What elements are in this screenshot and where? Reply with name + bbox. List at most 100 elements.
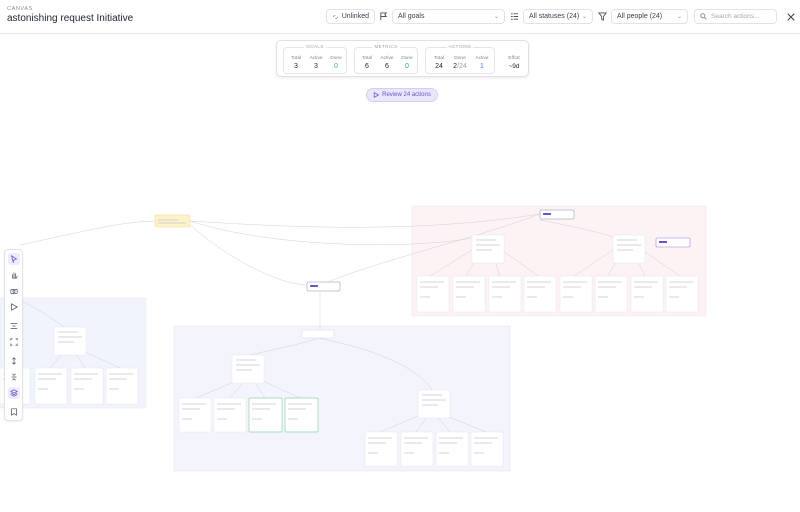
action-card <box>488 275 522 313</box>
search-input[interactable]: Search actions... <box>694 9 777 24</box>
unlinked-label: Unlinked <box>341 13 369 20</box>
action-card <box>559 275 593 313</box>
action-card <box>213 397 247 433</box>
goals-select[interactable]: All goals ⌄ <box>392 9 505 24</box>
goals-total-value: 3 <box>294 63 298 70</box>
goals-active-label: Active <box>309 56 323 61</box>
graph-canvas <box>0 205 707 472</box>
action-card <box>105 367 139 405</box>
expand-tool[interactable] <box>8 355 20 367</box>
flag-icon <box>380 12 388 21</box>
people-select-value: All people (24) <box>617 13 663 20</box>
review-actions-button[interactable]: Review 24 actions <box>366 88 438 102</box>
search-icon <box>700 13 707 20</box>
metrics-active-value: 6 <box>385 63 389 70</box>
metrics-total-value: 6 <box>365 63 369 70</box>
layers-icon <box>10 389 18 397</box>
root-node <box>154 214 191 228</box>
effort-stat: Effort ~9d <box>504 56 524 70</box>
goals-total-label: Total <box>290 56 302 61</box>
actions-active-value: 1 <box>480 63 484 70</box>
select-tool[interactable] <box>8 253 20 265</box>
play-icon <box>11 303 18 311</box>
metric-card <box>53 326 87 356</box>
pan-tool[interactable] <box>8 269 20 281</box>
unlinked-toggle[interactable]: Unlinked <box>326 9 375 24</box>
action-card <box>416 275 450 313</box>
action-card <box>594 275 628 313</box>
goals-stats-title: GOALS <box>304 44 326 49</box>
cursor-icon <box>10 255 18 263</box>
search-placeholder: Search actions... <box>711 13 760 20</box>
actions-done-of: /24 <box>457 63 467 70</box>
camera-icon <box>10 289 18 294</box>
fit-view-tool[interactable] <box>8 336 20 348</box>
chevron-down-icon: ⌄ <box>676 14 682 20</box>
people-filter-button[interactable] <box>595 9 610 24</box>
statuses-select-value: All statuses (24) <box>529 13 580 20</box>
list-filter-icon <box>510 13 519 20</box>
play-tool[interactable] <box>8 301 20 313</box>
metrics-total-label: Total <box>361 56 373 61</box>
frame-icon <box>10 338 18 346</box>
action-card <box>452 275 486 313</box>
actions-active-label: Active <box>475 56 489 61</box>
top-bar: CANVAS astonishing request Initiative Un… <box>0 0 800 34</box>
stats-panel: GOALS Total 3 Active 3 Done 0 METRICS Total… <box>276 40 529 77</box>
unlink-icon <box>333 14 338 19</box>
metric-card <box>612 234 646 264</box>
action-card <box>435 431 469 467</box>
filter-icon <box>598 12 607 21</box>
metrics-active-label: Active <box>380 56 394 61</box>
chevron-down-icon: ⌄ <box>493 14 499 20</box>
action-card-done <box>284 397 319 433</box>
goals-done-label: Done <box>330 56 342 61</box>
goals-active-value: 3 <box>314 63 318 70</box>
action-card <box>34 367 68 405</box>
canvas-area[interactable] <box>0 35 800 512</box>
action-card <box>523 275 557 313</box>
flag-button[interactable] <box>376 9 391 24</box>
metric-card <box>231 354 265 384</box>
metrics-done-value: 0 <box>405 63 409 70</box>
action-card <box>178 397 212 433</box>
bookmark-tool[interactable] <box>8 406 20 418</box>
play-icon <box>373 92 380 98</box>
goals-stats: GOALS Total 3 Active 3 Done 0 <box>283 44 347 74</box>
action-card <box>70 367 104 405</box>
goals-select-value: All goals <box>398 13 425 20</box>
metrics-stats: METRICS Total 6 Active 6 Done 0 <box>354 44 418 74</box>
metric-card <box>471 234 505 264</box>
layers-tool[interactable] <box>8 387 20 399</box>
canvas-toolbar <box>4 249 23 421</box>
screenshot-tool[interactable] <box>8 285 20 297</box>
canvas-eyebrow: CANVAS <box>7 6 33 12</box>
action-card <box>400 431 434 467</box>
people-select[interactable]: All people (24) ⌄ <box>611 9 688 24</box>
action-card <box>665 275 699 313</box>
actions-stats-title: ACTIONS <box>446 44 474 49</box>
metric-card <box>417 389 451 419</box>
action-card <box>470 431 504 467</box>
effort-label: Effort <box>508 56 520 61</box>
align-tool[interactable] <box>8 320 20 332</box>
goals-done-value: 0 <box>334 63 338 70</box>
effort-value: ~9d <box>508 63 520 70</box>
collapse-icon <box>11 373 17 381</box>
close-icon <box>786 12 795 21</box>
actions-total-label: Total <box>433 56 445 61</box>
close-button[interactable] <box>783 9 798 24</box>
actions-stats: ACTIONS Total 24 Done 2/24 Active 1 <box>425 44 495 74</box>
action-card <box>364 431 398 467</box>
hand-icon <box>12 272 18 279</box>
page-title: astonishing request Initiative <box>7 13 134 24</box>
bookmark-icon <box>11 408 17 416</box>
action-card <box>630 275 664 313</box>
status-filter-button[interactable] <box>507 9 522 24</box>
expand-icon <box>12 357 16 365</box>
statuses-select[interactable]: All statuses (24) ⌄ <box>523 9 593 24</box>
metric-node <box>301 329 335 339</box>
collapse-tool[interactable] <box>8 371 20 383</box>
review-actions-label: Review 24 actions <box>382 92 431 98</box>
chevron-down-icon: ⌄ <box>581 14 587 20</box>
